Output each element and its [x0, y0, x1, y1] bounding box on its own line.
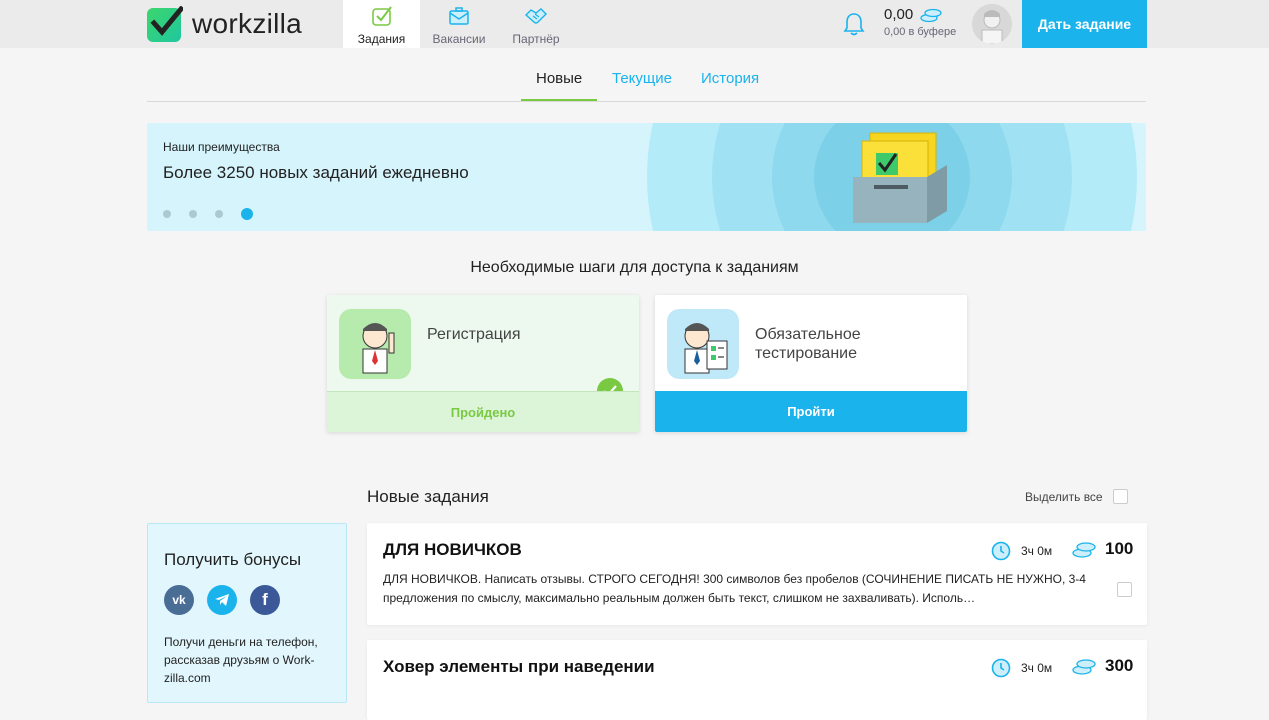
workzilla-logo[interactable]: workzilla: [147, 6, 302, 42]
step-name: Обязательное тестирование: [755, 325, 861, 363]
step-name-line2: тестирование: [755, 345, 857, 362]
task-box-illustration: [647, 123, 1137, 231]
task-deadline: 3ч 0м: [991, 541, 1052, 561]
task-select-checkbox[interactable]: [1117, 582, 1132, 597]
avatar-man-icon: [972, 4, 1012, 44]
banner-dot-active[interactable]: [241, 208, 253, 220]
registration-man-icon: [339, 309, 411, 379]
coins-icon: [1072, 659, 1096, 675]
select-all-control[interactable]: Выделить все: [1025, 489, 1128, 504]
logo-check-icon: [147, 6, 183, 42]
bonus-panel: Получить бонусы vk f Получи деньги на те…: [147, 523, 347, 703]
banner-kicker: Наши преимущества: [163, 140, 280, 154]
clock-icon: [991, 541, 1011, 561]
step-testing-card: Обязательное тестирование Пройти: [655, 295, 967, 432]
subtab-new[interactable]: Новые: [536, 70, 582, 87]
task-price-value: 100: [1105, 539, 1134, 558]
handshake-icon: [524, 8, 547, 24]
task-card[interactable]: Ховер элементы при наведении 3ч 0м 300: [367, 640, 1147, 720]
top-navigation-bar: workzilla Задания Вакансии Партнёр 0,00: [0, 0, 1269, 48]
task-title[interactable]: Ховер элементы при наведении: [383, 657, 655, 677]
task-title[interactable]: ДЛЯ НОВИЧКОВ: [383, 540, 522, 560]
telegram-share-button[interactable]: [207, 585, 237, 615]
testing-man-clipboard-icon: [667, 309, 739, 379]
select-all-label: Выделить все: [1025, 489, 1103, 504]
advantages-banner: Наши преимущества Более 3250 новых задан…: [147, 123, 1146, 231]
subtab-history[interactable]: История: [701, 70, 759, 87]
social-share-buttons: vk f: [164, 585, 280, 615]
banner-headline: Более 3250 новых заданий ежедневно: [163, 163, 469, 182]
select-all-checkbox[interactable]: [1112, 489, 1128, 504]
facebook-share-button[interactable]: f: [250, 585, 280, 615]
logo-text: workzilla: [192, 8, 303, 39]
coins-icon: [920, 8, 942, 22]
task-deadline: 3ч 0м: [991, 658, 1052, 678]
nav-tab-label: Вакансии: [432, 32, 486, 46]
user-avatar[interactable]: [972, 4, 1012, 44]
task-price-value: 300: [1105, 656, 1134, 675]
task-time: 3ч 0м: [1021, 661, 1053, 675]
vk-icon: vk: [172, 593, 186, 607]
take-test-button[interactable]: Пройти: [655, 391, 967, 432]
coins-icon: [1072, 542, 1096, 558]
tasks-check-icon: [371, 6, 392, 26]
task-subtabs: Новые Текущие История: [147, 60, 1146, 102]
active-subtab-indicator: [521, 99, 597, 101]
step-name: Регистрация: [427, 326, 521, 343]
clock-icon: [991, 658, 1011, 678]
step-registration-card: Регистрация Пройдено: [327, 295, 639, 432]
vk-share-button[interactable]: vk: [164, 585, 194, 615]
nav-tab-label: Партнёр: [512, 32, 560, 46]
nav-tab-label: Задания: [357, 32, 406, 46]
step-status: Пройдено: [327, 391, 639, 432]
task-card[interactable]: ДЛЯ НОВИЧКОВ 3ч 0м 100 ДЛЯ НОВИЧКОВ. Нап…: [367, 523, 1147, 625]
step-name-line1: Обязательное: [755, 326, 861, 343]
banner-dot[interactable]: [189, 210, 197, 218]
banner-dot[interactable]: [215, 210, 223, 218]
balance-widget[interactable]: 0,00 0,00 в буфере: [884, 6, 956, 38]
banner-dot[interactable]: [163, 210, 171, 218]
bonus-description: Получи деньги на телефон, рассказав друз…: [164, 635, 318, 685]
briefcase-icon: [449, 7, 469, 25]
notifications-bell-icon[interactable]: [842, 11, 866, 37]
task-price: 100: [1071, 539, 1133, 559]
new-tasks-title: Новые задания: [367, 487, 489, 506]
buffer-amount: 0,00 в буфере: [884, 26, 957, 38]
nav-tab-tasks[interactable]: Задания: [343, 0, 420, 48]
give-task-button[interactable]: Дать задание: [1022, 0, 1147, 48]
task-price: 300: [1071, 656, 1133, 676]
balance-amount: 0,00: [884, 6, 914, 23]
task-description: ДЛЯ НОВИЧКОВ. Написать отзывы. СТРОГО СЕ…: [383, 572, 1086, 605]
steps-title: Необходимые шаги для доступа к заданиям: [470, 259, 799, 276]
bonus-title: Получить бонусы: [164, 550, 302, 569]
subtab-current[interactable]: Текущие: [612, 70, 672, 87]
nav-tab-partner[interactable]: Партнёр: [505, 0, 567, 48]
facebook-icon: f: [262, 590, 268, 609]
nav-tab-vacancies[interactable]: Вакансии: [426, 0, 492, 48]
telegram-icon: [215, 594, 229, 606]
banner-pagination: [163, 208, 253, 220]
task-time: 3ч 0м: [1021, 544, 1053, 558]
